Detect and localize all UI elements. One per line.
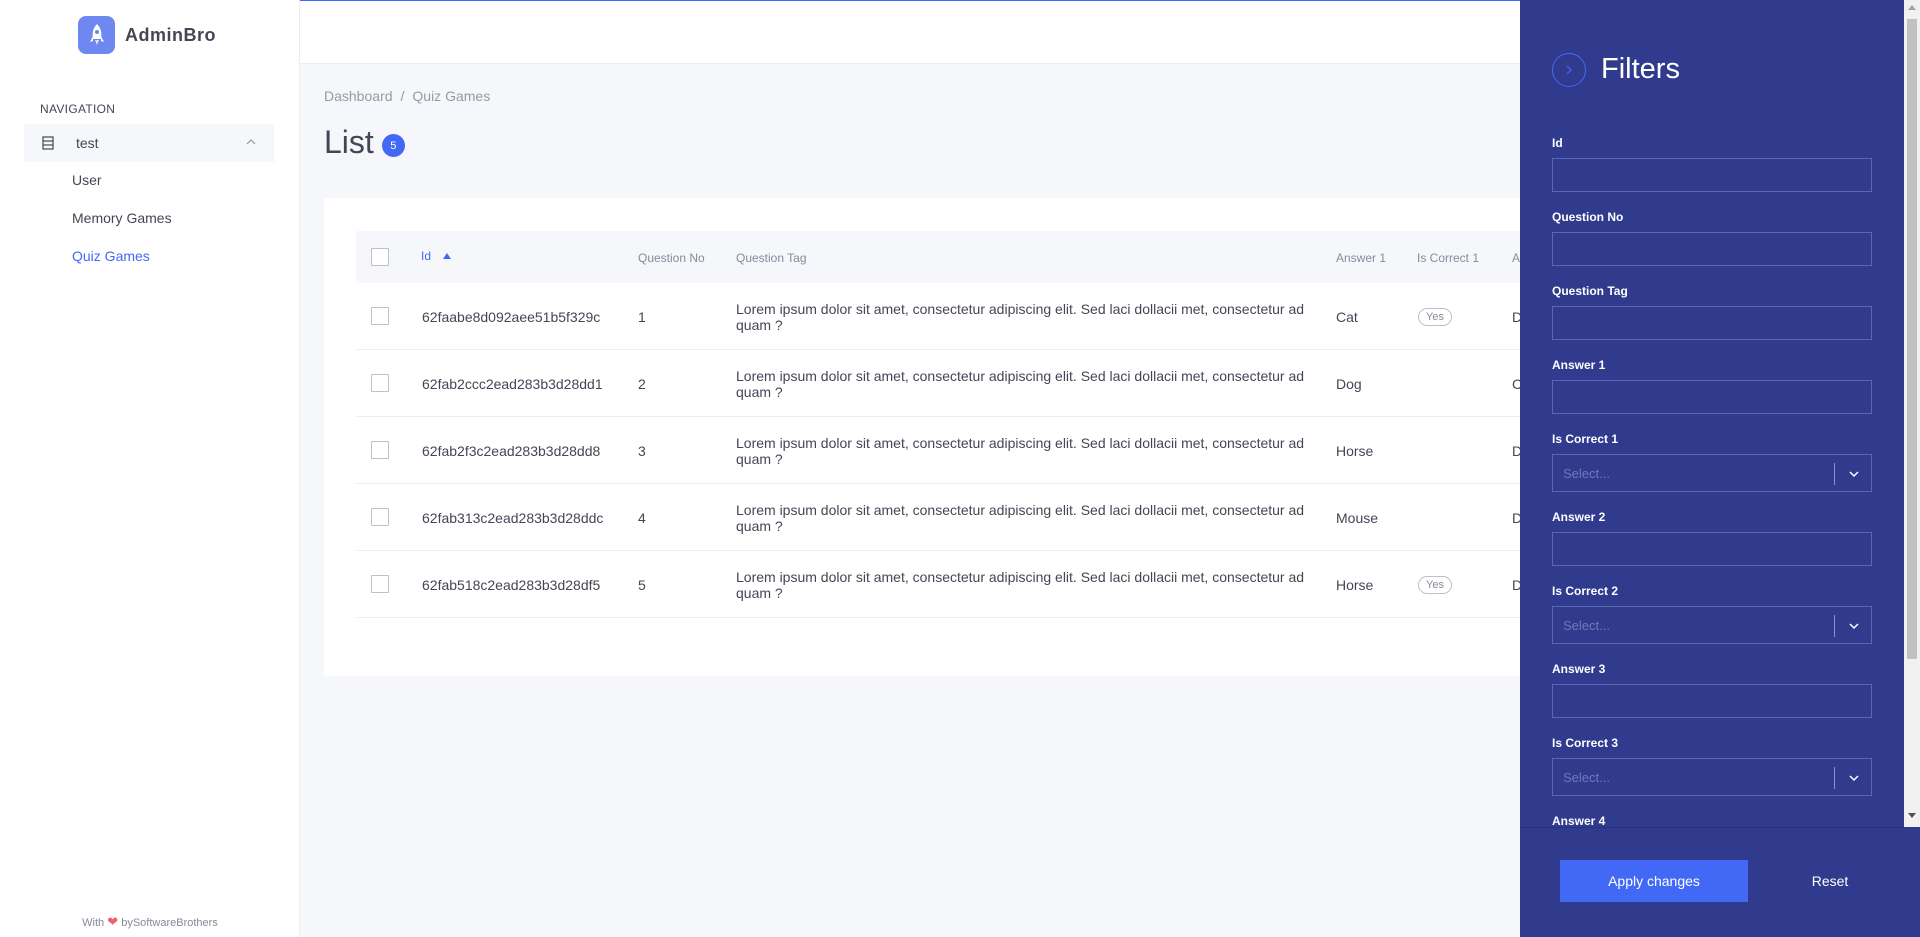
- cell-answer-1: Dog: [1336, 376, 1362, 392]
- brand[interactable]: AdminBro: [78, 16, 216, 54]
- sidebar-item-user[interactable]: User: [72, 172, 102, 188]
- select-separator: [1834, 463, 1835, 485]
- select-placeholder: Select...: [1563, 466, 1610, 481]
- cell-question-no: 4: [638, 510, 646, 526]
- filter-label-is-correct-3: Is Correct 3: [1552, 736, 1619, 750]
- heart-icon: ❤: [107, 914, 119, 929]
- filter-question-no-input[interactable]: [1552, 232, 1872, 266]
- breadcrumb-separator: /: [400, 88, 405, 104]
- navigation-heading: NAVIGATION: [40, 102, 116, 116]
- column-header-answer-1[interactable]: Answer 1: [1336, 251, 1386, 265]
- select-separator: [1834, 767, 1835, 789]
- filter-title: Filters: [1601, 53, 1680, 85]
- filter-question-tag-input[interactable]: [1552, 306, 1872, 340]
- record-count-badge: 5: [381, 134, 405, 157]
- breadcrumb-dashboard[interactable]: Dashboard: [324, 88, 393, 104]
- cell-question-no: 5: [638, 577, 646, 593]
- filter-answer-3-input[interactable]: [1552, 684, 1872, 718]
- rocket-icon: [78, 16, 115, 54]
- scrollbar-thumb[interactable]: [1907, 19, 1917, 659]
- cell-answer-1: Horse: [1336, 443, 1374, 459]
- filter-label-answer-1: Answer 1: [1552, 358, 1606, 372]
- is-correct-badge: Yes: [1418, 308, 1452, 326]
- chevron-down-icon[interactable]: [1848, 772, 1860, 784]
- filter-is-correct-2-select[interactable]: Select...: [1552, 606, 1872, 644]
- select-separator: [1834, 615, 1835, 637]
- sidebar-item-label: test: [76, 135, 99, 151]
- is-correct-badge: Yes: [1418, 576, 1452, 594]
- filter-label-id: Id: [1552, 136, 1563, 150]
- chevron-right-icon: [1566, 65, 1572, 75]
- cell-answer-1: Mouse: [1336, 510, 1379, 526]
- cell-answer-1: Horse: [1336, 577, 1374, 593]
- row-checkbox[interactable]: [371, 441, 389, 459]
- column-header-question-tag[interactable]: Question Tag: [736, 251, 807, 265]
- filter-label-question-tag: Question Tag: [1552, 284, 1628, 298]
- select-placeholder: Select...: [1563, 618, 1610, 633]
- cell-id[interactable]: 62fab518c2ead283b3d28df5: [422, 577, 600, 593]
- cell-question-tag: Lorem ipsum dolor sit amet, consectetur …: [736, 368, 1305, 400]
- scroll-down-icon[interactable]: [1908, 813, 1916, 818]
- chevron-down-icon[interactable]: [1848, 468, 1860, 480]
- filter-label-answer-2: Answer 2: [1552, 510, 1606, 524]
- select-all-checkbox[interactable]: [371, 248, 389, 266]
- column-header-question-no[interactable]: Question No: [638, 251, 705, 265]
- chevron-up-icon[interactable]: [246, 137, 256, 147]
- sidebar: AdminBro NAVIGATION test User Memory Gam…: [0, 0, 300, 937]
- breadcrumb: Dashboard / Quiz Games: [324, 88, 490, 104]
- row-checkbox[interactable]: [371, 307, 389, 325]
- breadcrumb-quiz-games[interactable]: Quiz Games: [412, 88, 490, 104]
- sidebar-item-test[interactable]: test: [24, 124, 274, 162]
- sidebar-item-memory-games[interactable]: Memory Games: [72, 210, 172, 226]
- page-header: List 5: [324, 124, 405, 161]
- cell-answer-1: Cat: [1336, 309, 1358, 325]
- filter-answer-2-input[interactable]: [1552, 532, 1872, 566]
- column-header-answer-2[interactable]: A: [1512, 251, 1520, 265]
- cell-question-no: 3: [638, 443, 646, 459]
- filter-answer-1-input[interactable]: [1552, 380, 1872, 414]
- filter-label-question-no: Question No: [1552, 210, 1624, 224]
- brand-name: AdminBro: [125, 24, 216, 45]
- reset-button[interactable]: Reset: [1780, 860, 1880, 902]
- cell-question-tag: Lorem ipsum dolor sit amet, consectetur …: [736, 301, 1305, 333]
- chevron-down-icon[interactable]: [1848, 620, 1860, 632]
- page-title: List: [324, 124, 374, 160]
- cell-question-no: 2: [638, 376, 646, 392]
- filter-is-correct-3-select[interactable]: Select...: [1552, 758, 1872, 796]
- close-filter-button[interactable]: [1552, 53, 1586, 87]
- credit-link[interactable]: bySoftwareBrothers: [121, 917, 218, 929]
- sort-ascending-icon[interactable]: [443, 253, 451, 259]
- row-checkbox[interactable]: [371, 508, 389, 526]
- footer-credit: With ❤ bySoftwareBrothers: [82, 914, 218, 929]
- database-icon: [42, 136, 54, 150]
- filter-is-correct-1-select[interactable]: Select...: [1552, 454, 1872, 492]
- filter-label-answer-3: Answer 3: [1552, 662, 1606, 676]
- column-header-is-correct-1[interactable]: Is Correct 1: [1417, 251, 1479, 265]
- filter-id-input[interactable]: [1552, 158, 1872, 192]
- apply-changes-button[interactable]: Apply changes: [1560, 860, 1748, 902]
- cell-id[interactable]: 62faabe8d092aee51b5f329c: [422, 309, 600, 325]
- filter-label-is-correct-1: Is Correct 1: [1552, 432, 1619, 446]
- cell-question-tag: Lorem ipsum dolor sit amet, consectetur …: [736, 435, 1305, 467]
- top-bar: [300, 0, 1520, 64]
- row-checkbox[interactable]: [371, 575, 389, 593]
- cell-question-tag: Lorem ipsum dolor sit amet, consectetur …: [736, 502, 1305, 534]
- cell-id[interactable]: 62fab2ccc2ead283b3d28dd1: [422, 376, 603, 392]
- cell-id[interactable]: 62fab313c2ead283b3d28ddc: [422, 510, 603, 526]
- cell-question-tag: Lorem ipsum dolor sit amet, consectetur …: [736, 569, 1305, 601]
- column-header-id[interactable]: Id: [421, 249, 431, 263]
- filter-label-answer-4: Answer 4: [1552, 814, 1606, 828]
- cell-id[interactable]: 62fab2f3c2ead283b3d28dd8: [422, 443, 600, 459]
- sidebar-item-quiz-games[interactable]: Quiz Games: [72, 248, 150, 264]
- drawer-scrollbar[interactable]: [1904, 0, 1920, 827]
- scroll-up-icon[interactable]: [1908, 5, 1916, 10]
- filter-label-is-correct-2: Is Correct 2: [1552, 584, 1619, 598]
- cell-question-no: 1: [638, 309, 646, 325]
- row-checkbox[interactable]: [371, 374, 389, 392]
- select-placeholder: Select...: [1563, 770, 1610, 785]
